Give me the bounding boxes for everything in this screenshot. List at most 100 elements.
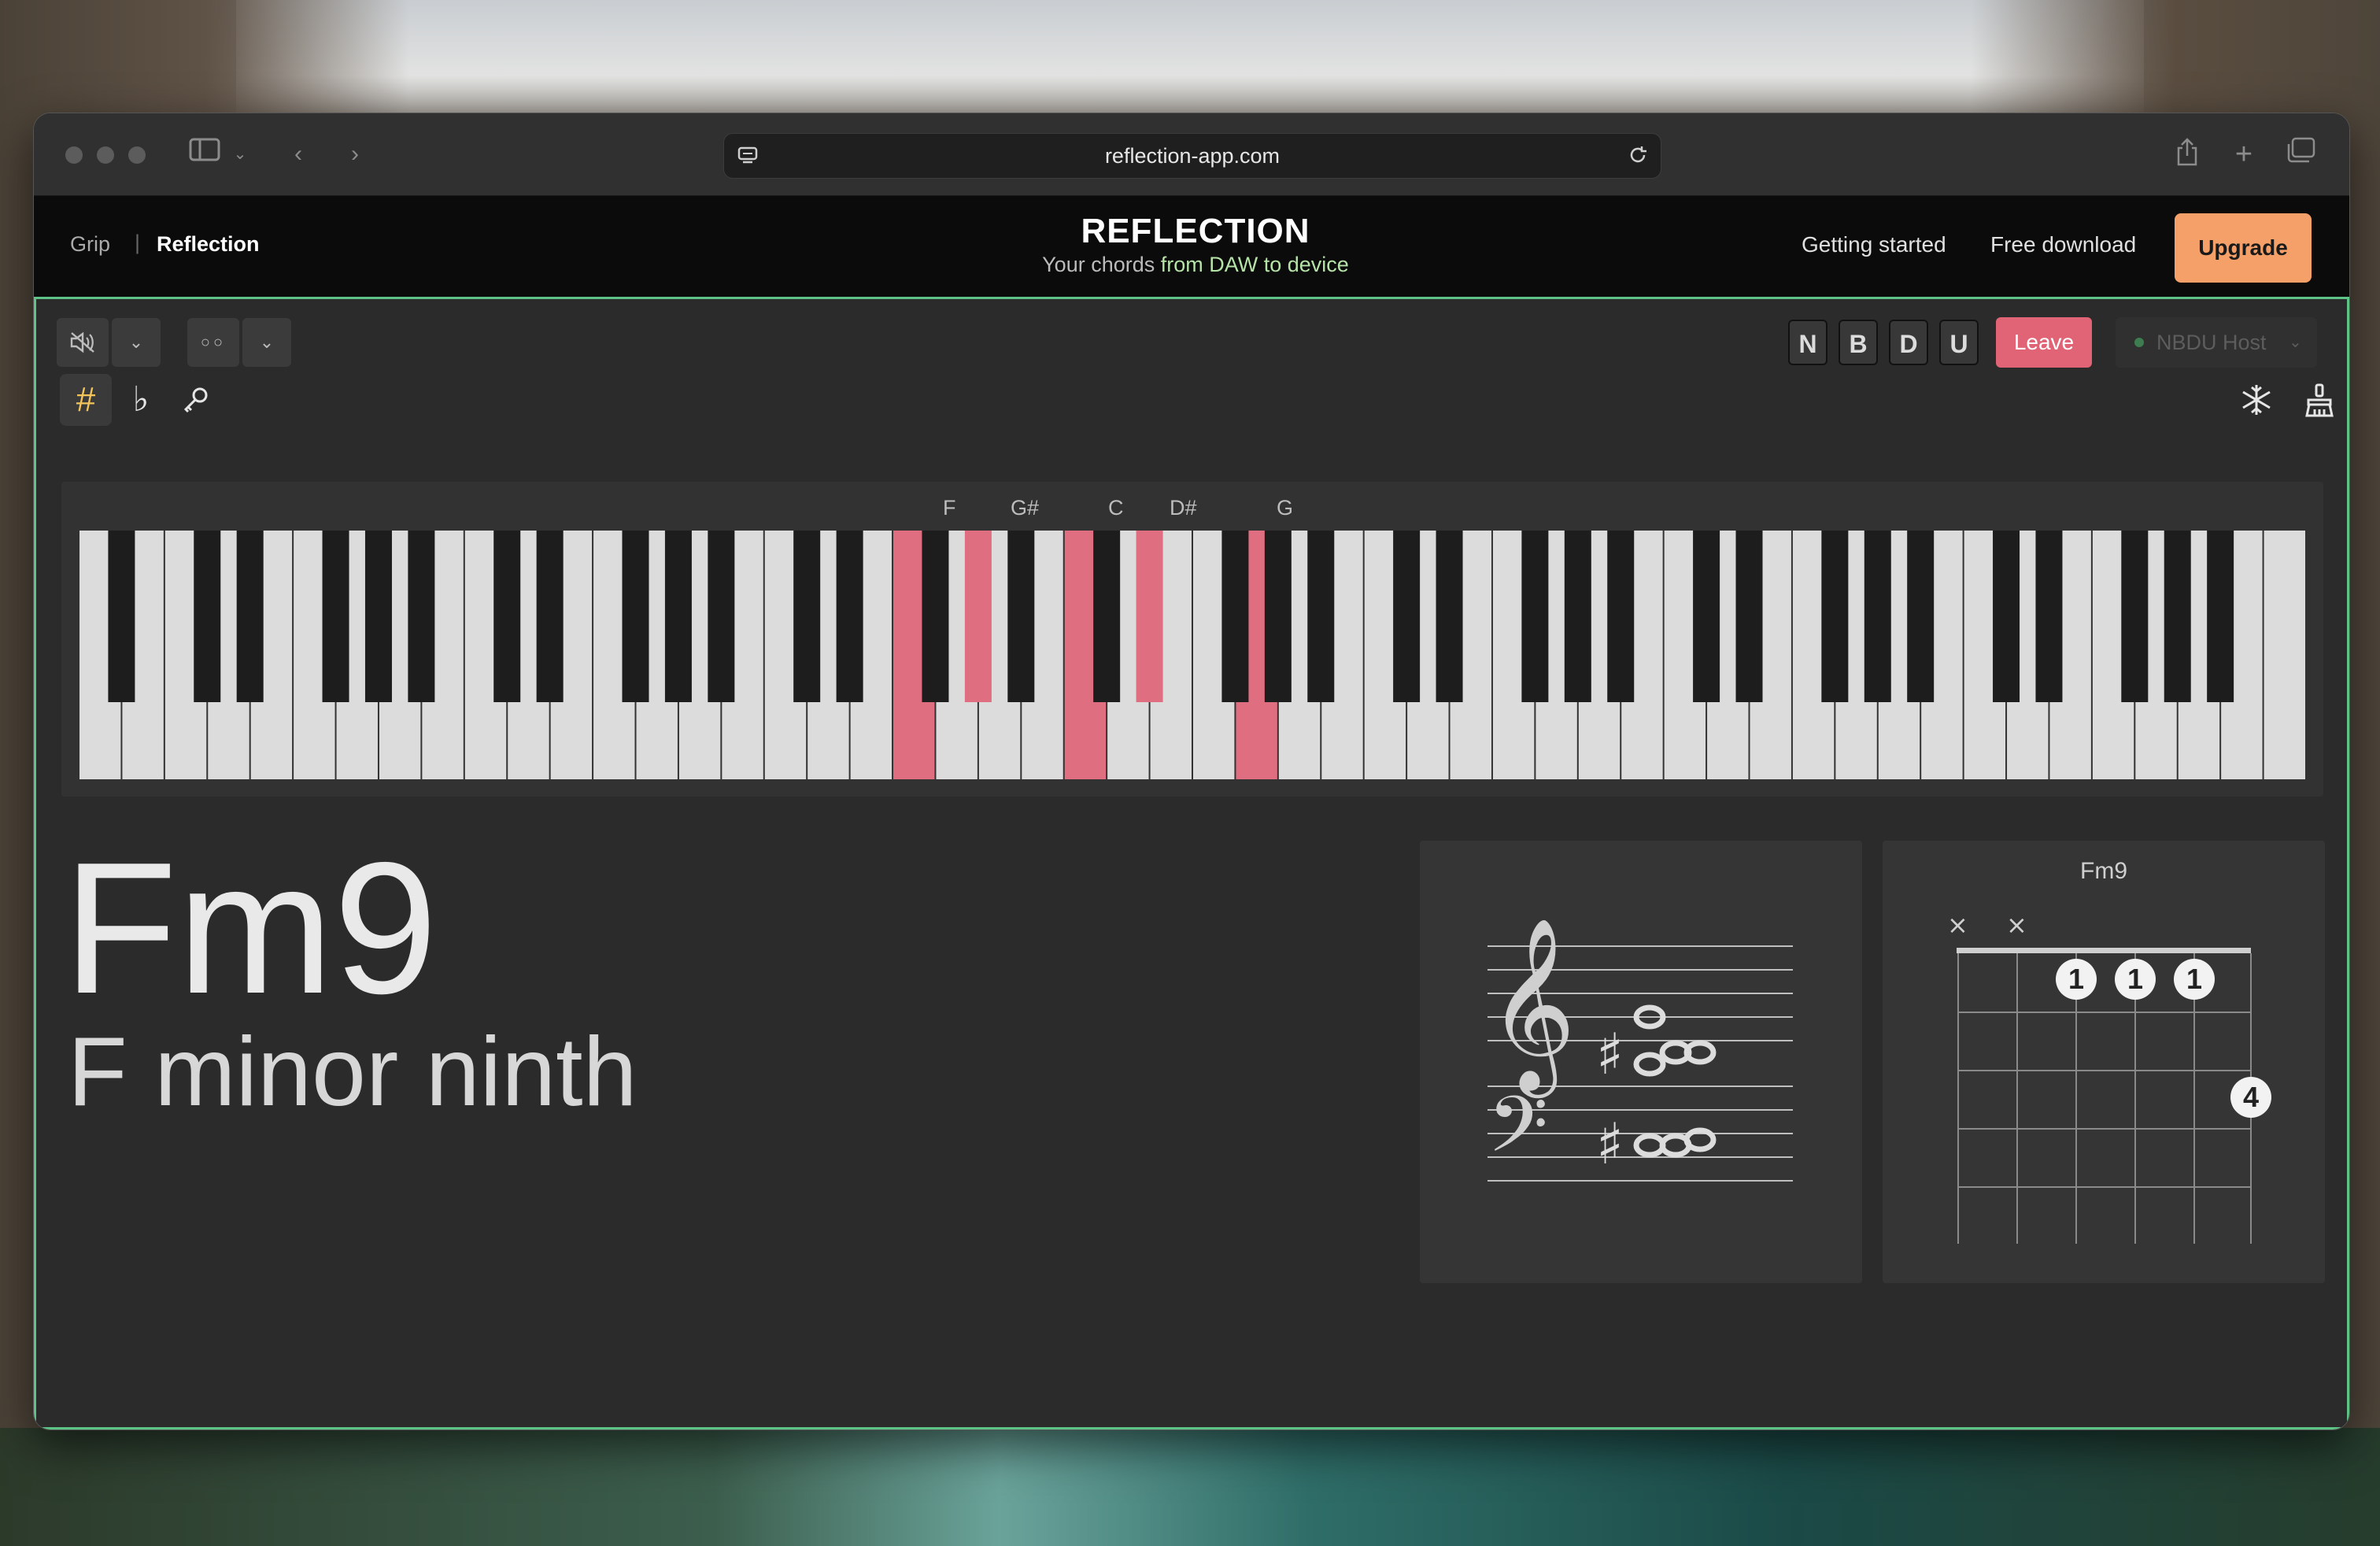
- black-key-fs2[interactable]: [622, 531, 649, 702]
- black-key-fs1[interactable]: [322, 531, 349, 702]
- free-download-link[interactable]: Free download: [1990, 232, 2136, 257]
- getting-started-link[interactable]: Getting started: [1802, 232, 1946, 257]
- brand-subtitle-prefix: Your chords: [1042, 253, 1161, 276]
- black-key-as7[interactable]: [2207, 531, 2234, 702]
- note-label: G#: [1011, 496, 1040, 520]
- finger-dot: 1: [2056, 959, 2097, 1000]
- piano-keyboard: F G# C D# G: [61, 482, 2323, 797]
- nav-separator: |: [135, 231, 141, 254]
- black-key-fs4[interactable]: [1221, 531, 1249, 702]
- brand-block: REFLECTION Your chords from DAW to devic…: [975, 212, 1416, 277]
- black-key-gs1[interactable]: [364, 531, 392, 702]
- black-key-fs3[interactable]: [922, 531, 949, 702]
- note-label: G: [1277, 496, 1294, 520]
- bass-clef-icon: 𝄢: [1488, 1080, 1548, 1189]
- black-key-gs3[interactable]: [964, 531, 992, 702]
- brand-subtitle: Your chords from DAW to device: [975, 253, 1416, 277]
- sharp-accidental-icon: ♯: [1596, 1021, 1624, 1087]
- white-key-c8[interactable]: [2264, 531, 2305, 779]
- black-key-as5[interactable]: [1607, 531, 1635, 702]
- zoom-window-button[interactable]: [128, 146, 146, 164]
- black-key-as3[interactable]: [1007, 531, 1035, 702]
- black-key-cs1[interactable]: [194, 531, 221, 702]
- reload-icon[interactable]: [1626, 143, 1650, 171]
- black-key-gs5[interactable]: [1564, 531, 1591, 702]
- key-icon[interactable]: [170, 374, 222, 426]
- black-key-fs5[interactable]: [1521, 531, 1549, 702]
- letter-button-n[interactable]: N: [1788, 320, 1828, 365]
- black-key-ds6[interactable]: [1735, 531, 1763, 702]
- black-key-cs6[interactable]: [1693, 531, 1720, 702]
- black-key-gs2[interactable]: [664, 531, 692, 702]
- black-key-as4[interactable]: [1307, 531, 1335, 702]
- black-key-as0[interactable]: [108, 531, 135, 702]
- letter-button-b[interactable]: B: [1839, 320, 1878, 365]
- browser-window: ⌄ ‹ › reflection-app.com + Grip | Reflec…: [33, 113, 2350, 1430]
- guitar-chord-panel: Fm9 × × 1 1 1 4: [1883, 841, 2325, 1283]
- app-header: Grip | Reflection REFLECTION Your chords…: [34, 196, 2349, 297]
- url-text: reflection-app.com: [1104, 144, 1281, 168]
- leave-button[interactable]: Leave: [1996, 317, 2092, 368]
- nav-grip-link[interactable]: Grip: [70, 232, 110, 257]
- black-key-gs7[interactable]: [2164, 531, 2191, 702]
- address-bar[interactable]: reflection-app.com: [723, 133, 1661, 179]
- finger-dot: 4: [2230, 1077, 2271, 1118]
- finger-dot: 1: [2115, 959, 2156, 1000]
- new-tab-icon[interactable]: +: [2227, 137, 2261, 172]
- host-select[interactable]: NBDU Host ⌄: [2116, 317, 2317, 368]
- black-key-ds4[interactable]: [1136, 531, 1163, 702]
- black-key-gs6[interactable]: [1864, 531, 1891, 702]
- finger-number: 1: [2186, 963, 2202, 995]
- black-key-ds5[interactable]: [1436, 531, 1463, 702]
- black-key-cs5[interactable]: [1393, 531, 1421, 702]
- muted-string-icon: ×: [2006, 910, 2027, 940]
- freeze-icon[interactable]: [2230, 374, 2282, 426]
- display-mode-button[interactable]: ○○: [187, 318, 239, 367]
- chevron-down-icon[interactable]: ⌄: [112, 318, 161, 367]
- black-key-cs3[interactable]: [793, 531, 821, 702]
- share-icon[interactable]: [2170, 137, 2204, 172]
- chevron-down-icon[interactable]: ⌄: [242, 318, 291, 367]
- minimize-window-button[interactable]: [97, 146, 114, 164]
- black-key-ds2[interactable]: [536, 531, 564, 702]
- black-key-ds1[interactable]: [236, 531, 264, 702]
- wallpaper-sky: [236, 0, 2144, 126]
- black-key-cs7[interactable]: [1993, 531, 2020, 702]
- upgrade-button[interactable]: Upgrade: [2175, 213, 2312, 283]
- tab-overview-icon[interactable]: [2283, 137, 2318, 172]
- mute-button[interactable]: [57, 318, 109, 367]
- forward-arrow-icon[interactable]: ›: [339, 137, 371, 172]
- host-status-dot: [2134, 338, 2144, 347]
- flat-toggle[interactable]: ♭: [115, 374, 167, 426]
- piano-keys[interactable]: [79, 531, 2306, 779]
- black-key-as2[interactable]: [708, 531, 735, 702]
- chord-full-name: F minor ninth: [68, 1018, 638, 1126]
- black-key-fs7[interactable]: [2121, 531, 2149, 702]
- black-key-as6[interactable]: [1907, 531, 1935, 702]
- black-key-cs4[interactable]: [1093, 531, 1121, 702]
- wallpaper-river: [0, 1428, 2380, 1546]
- back-arrow-icon[interactable]: ‹: [283, 137, 314, 172]
- black-key-cs2[interactable]: [493, 531, 521, 702]
- chord-symbol: Fm9: [63, 824, 438, 1033]
- note-label: D#: [1170, 496, 1197, 520]
- black-key-gs4[interactable]: [1264, 531, 1292, 702]
- muted-string-icon: ×: [1947, 910, 1968, 940]
- finger-number: 1: [2127, 963, 2143, 995]
- sidebar-toggle-icon[interactable]: [185, 137, 224, 172]
- sharp-toggle[interactable]: #: [60, 374, 112, 426]
- chevron-down-icon[interactable]: ⌄: [229, 137, 251, 172]
- black-key-ds3[interactable]: [836, 531, 863, 702]
- clear-brush-icon[interactable]: [2293, 374, 2345, 426]
- black-key-as1[interactable]: [408, 531, 435, 702]
- black-key-fs6[interactable]: [1821, 531, 1849, 702]
- letter-button-u[interactable]: U: [1939, 320, 1979, 365]
- host-label: NBDU Host: [2156, 331, 2267, 354]
- close-window-button[interactable]: [65, 146, 83, 164]
- black-key-ds7[interactable]: [2035, 531, 2063, 702]
- nav-reflection-link[interactable]: Reflection: [157, 232, 260, 257]
- letter-button-d[interactable]: D: [1889, 320, 1928, 365]
- finger-number: 4: [2243, 1081, 2259, 1113]
- staff-notation-panel: 𝄞 𝄢 ♯ ♯: [1420, 841, 1862, 1283]
- staff-notation: 𝄞 𝄢 ♯ ♯: [1488, 916, 1793, 1189]
